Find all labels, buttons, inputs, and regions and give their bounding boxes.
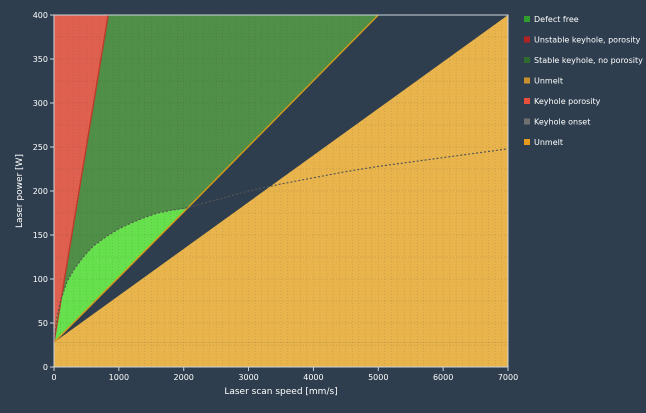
y-tick-label: 0 bbox=[43, 363, 48, 372]
y-tick-label: 200 bbox=[33, 187, 48, 196]
y-tick-label: 350 bbox=[33, 55, 48, 64]
chart-figure: 0 1000 2000 3000 4000 5000 6000 7000 0 50 100 150 2… bbox=[0, 0, 646, 413]
y-tick-label: 250 bbox=[33, 143, 48, 152]
x-tick-label: 4000 bbox=[303, 373, 323, 382]
legend-swatch bbox=[524, 98, 530, 104]
x-tick-label: 3000 bbox=[238, 373, 258, 382]
legend-label: Unmelt bbox=[534, 77, 563, 86]
plot-regions bbox=[54, 15, 508, 367]
y-axis-ticks: 0 50 100 150 200 250 300 350 400 bbox=[33, 11, 54, 372]
legend-label: Unmelt bbox=[534, 138, 563, 147]
legend-label: Defect free bbox=[534, 15, 579, 24]
y-tick-label: 400 bbox=[33, 11, 48, 20]
legend-swatch bbox=[524, 77, 530, 84]
x-tick-label: 6000 bbox=[433, 373, 453, 382]
phase-map-chart: 0 1000 2000 3000 4000 5000 6000 7000 0 50 100 150 2… bbox=[15, 11, 643, 397]
x-axis-label: Laser scan speed [mm/s] bbox=[224, 387, 337, 397]
legend-swatch bbox=[524, 36, 530, 43]
x-tick-label: 7000 bbox=[498, 373, 518, 382]
x-tick-label: 1000 bbox=[109, 373, 129, 382]
y-tick-label: 50 bbox=[38, 319, 48, 328]
x-axis-ticks: 0 1000 2000 3000 4000 5000 6000 7000 bbox=[51, 367, 518, 382]
legend-label: Unstable keyhole, porosity bbox=[534, 36, 641, 45]
legend-label: Keyhole porosity bbox=[534, 97, 601, 106]
x-tick-label: 2000 bbox=[174, 373, 194, 382]
legend-label: Keyhole onset bbox=[534, 118, 590, 127]
legend-swatch bbox=[524, 139, 530, 145]
x-tick-label: 0 bbox=[51, 373, 56, 382]
y-tick-label: 100 bbox=[33, 275, 48, 284]
y-axis-label: Laser power [W] bbox=[15, 154, 25, 228]
legend: Defect free Unstable keyhole, porosity Sta… bbox=[524, 15, 643, 147]
legend-swatch bbox=[524, 118, 530, 125]
legend-swatch bbox=[524, 16, 530, 22]
x-tick-label: 5000 bbox=[368, 373, 388, 382]
legend-label: Stable keyhole, no porosity bbox=[534, 56, 643, 65]
y-tick-label: 300 bbox=[33, 99, 48, 108]
y-tick-label: 150 bbox=[33, 231, 48, 240]
legend-swatch bbox=[524, 57, 530, 63]
